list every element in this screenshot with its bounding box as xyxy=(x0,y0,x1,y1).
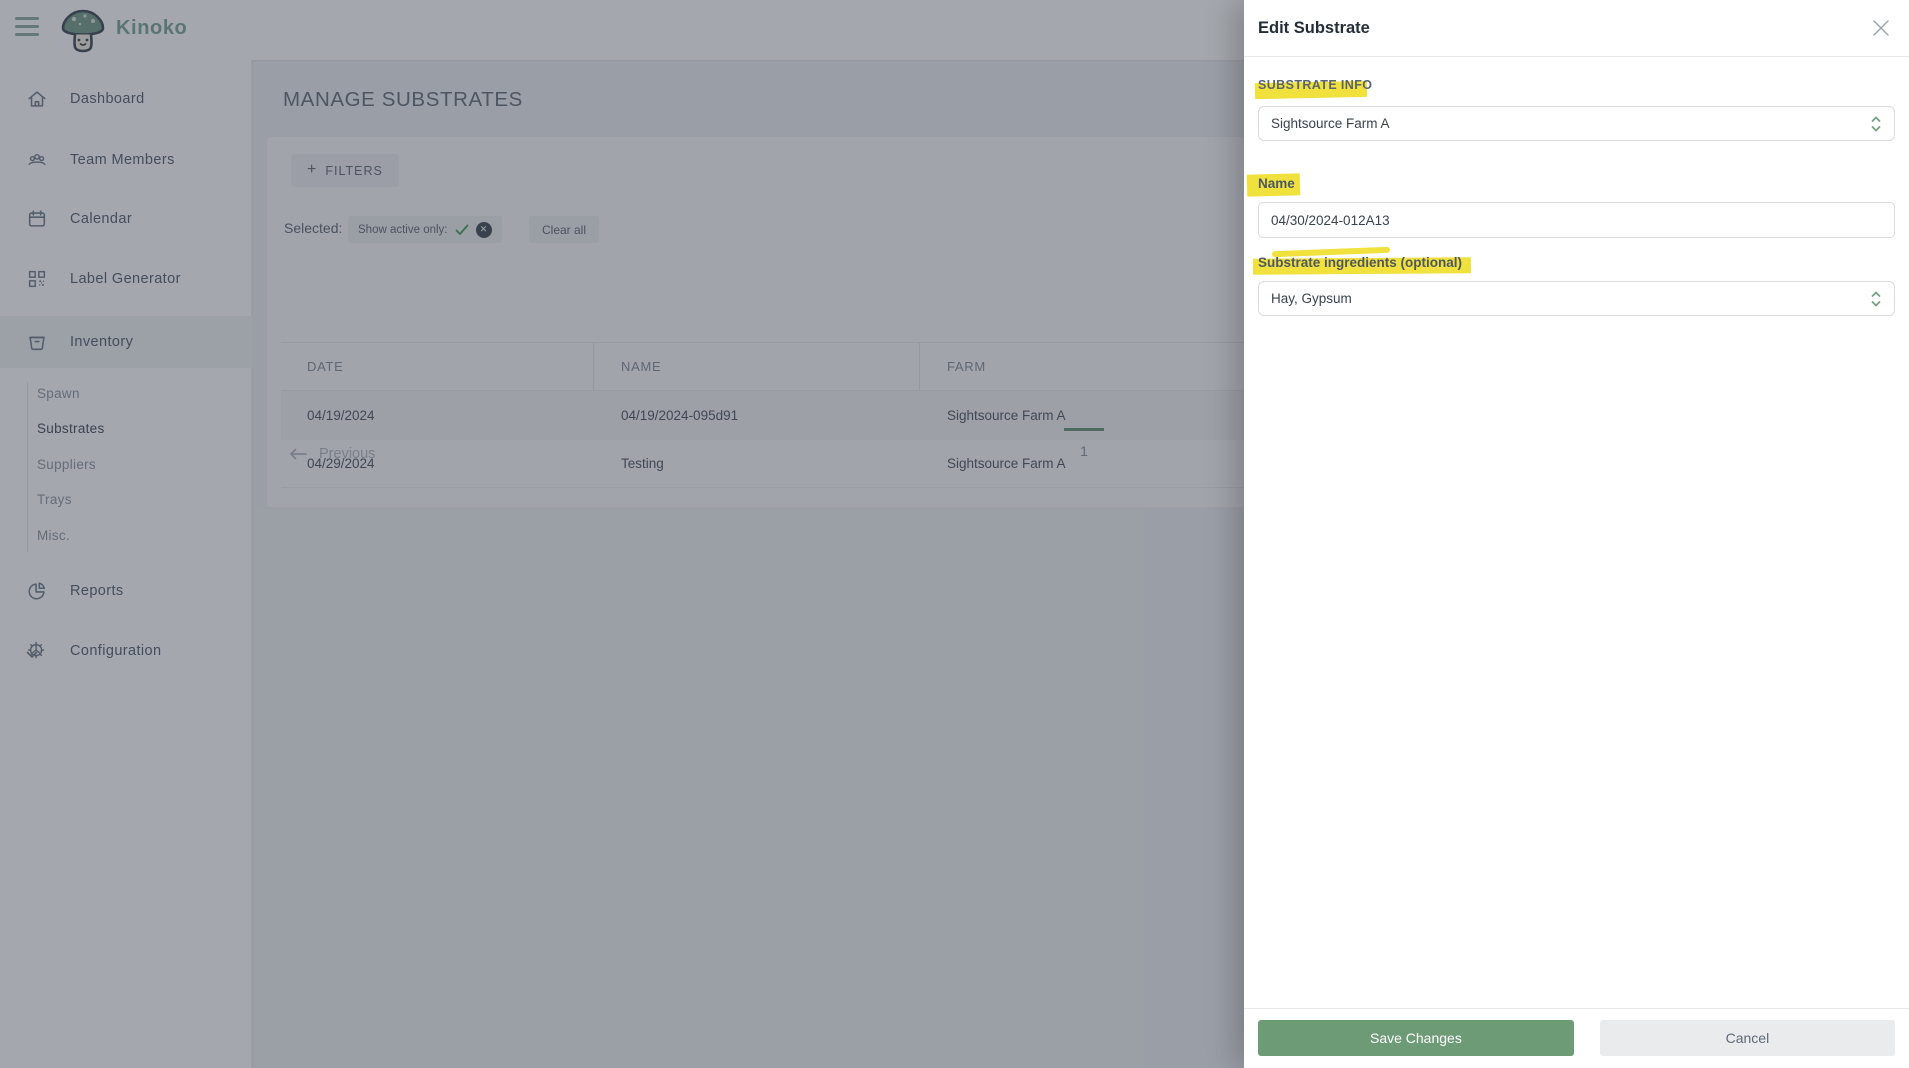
edit-substrate-panel: Edit Substrate SUBSTRATE INFO Sightsourc… xyxy=(1244,0,1909,1068)
select-stepper-icon xyxy=(1869,114,1883,134)
close-icon[interactable] xyxy=(1867,14,1895,42)
ingredients-select-value: Hay, Gypsum xyxy=(1271,291,1352,306)
ingredients-field-label: Substrate ingredients (optional) xyxy=(1258,255,1463,270)
panel-title: Edit Substrate xyxy=(1258,19,1370,37)
panel-header: Edit Substrate xyxy=(1244,0,1909,57)
farm-select-value: Sightsource Farm A xyxy=(1271,116,1390,131)
farm-select[interactable]: Sightsource Farm A xyxy=(1258,106,1895,141)
save-button[interactable]: Save Changes xyxy=(1258,1020,1574,1056)
app-window: Kinoko Dashboard Team Members Calendar L… xyxy=(0,0,1909,1068)
name-input[interactable] xyxy=(1258,202,1895,238)
section-heading-substrate-info: SUBSTRATE INFO xyxy=(1258,78,1373,92)
panel-body: SUBSTRATE INFO Sightsource Farm A Name S… xyxy=(1258,57,1895,316)
ingredients-select[interactable]: Hay, Gypsum xyxy=(1258,281,1895,316)
select-stepper-icon xyxy=(1869,289,1883,309)
panel-footer: Save Changes Cancel xyxy=(1244,1008,1909,1068)
name-field-label: Name xyxy=(1258,176,1295,191)
cancel-button[interactable]: Cancel xyxy=(1599,1020,1895,1056)
